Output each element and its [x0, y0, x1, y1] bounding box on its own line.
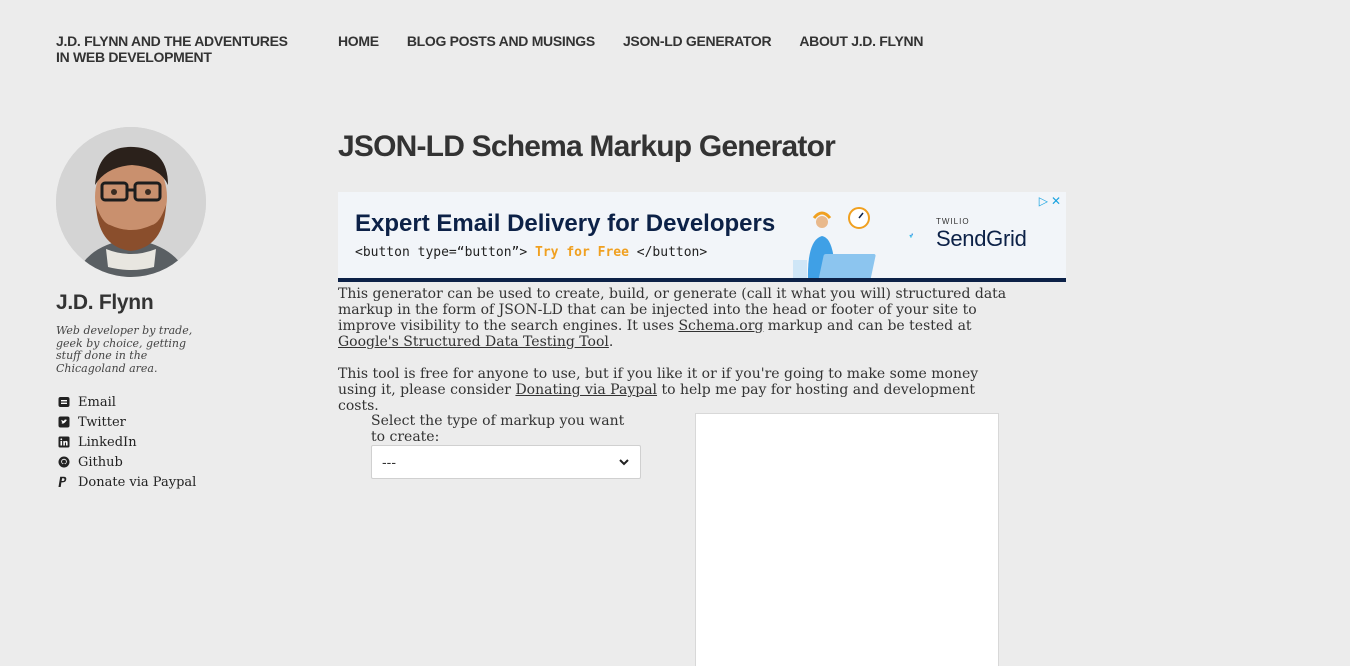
- ad-choices[interactable]: ▷ ✕: [1039, 194, 1061, 208]
- author-name: J.D. Flynn: [56, 291, 154, 314]
- chevron-down-icon: [619, 459, 629, 466]
- linkedin-icon: [56, 435, 78, 449]
- intro-text-span: markup and can be tested at: [763, 318, 972, 334]
- author-bio: Web developer by trade, geek by choice, …: [56, 324, 193, 375]
- markup-type-value: ---: [382, 454, 396, 470]
- sendgrid-logo-icon: [909, 233, 913, 238]
- intro-paragraph-2: This tool is free for anyone to use, but…: [338, 366, 1008, 414]
- ad-info-icon[interactable]: ▷: [1039, 194, 1048, 208]
- social-link-paypal[interactable]: Donate via Paypal: [56, 472, 196, 492]
- ad-headline: Expert Email Delivery for Developers: [355, 210, 776, 237]
- twitter-icon: [56, 415, 78, 429]
- nav-json-ld-generator[interactable]: JSON-LD GENERATOR: [623, 33, 772, 49]
- social-label: Email: [78, 394, 116, 410]
- intro-text-span: .: [608, 334, 614, 350]
- paypal-icon: [56, 475, 78, 489]
- advertisement-banner[interactable]: Expert Email Delivery for Developers <bu…: [338, 192, 1066, 282]
- social-link-twitter[interactable]: Twitter: [56, 412, 196, 432]
- ad-code-open: <button type=“button”>: [355, 245, 528, 260]
- ad-close-icon[interactable]: ✕: [1051, 194, 1061, 208]
- social-label: Twitter: [78, 414, 126, 430]
- json-output-panel[interactable]: [695, 413, 999, 666]
- social-label: Github: [78, 454, 123, 470]
- site-title[interactable]: J.D. FLYNN AND THE ADVENTURES IN WEB DEV…: [56, 33, 296, 65]
- social-link-github[interactable]: Github: [56, 452, 196, 472]
- schema-org-link[interactable]: Schema.org: [678, 318, 763, 334]
- intro-paragraph-1: This generator can be used to create, bu…: [338, 286, 1008, 350]
- email-icon: [56, 395, 78, 409]
- nav-home[interactable]: HOME: [338, 33, 379, 49]
- ad-brand-small: TWILIO: [936, 217, 970, 226]
- markup-type-select[interactable]: ---: [371, 445, 641, 479]
- main-nav: HOME BLOG POSTS AND MUSINGS JSON-LD GENE…: [338, 33, 951, 49]
- structured-data-tool-link[interactable]: Google's Structured Data Testing Tool: [338, 334, 609, 350]
- nav-about[interactable]: ABOUT J.D. FLYNN: [799, 33, 923, 49]
- social-links: Email Twitter LinkedIn Github Donate via…: [56, 392, 196, 492]
- ad-cta[interactable]: Try for Free: [535, 245, 629, 260]
- social-link-linkedin[interactable]: LinkedIn: [56, 432, 196, 452]
- markup-type-label: Select the type of markup you want to cr…: [371, 413, 625, 445]
- page-title: JSON-LD Schema Markup Generator: [338, 130, 836, 163]
- ad-code-snippet: <button type=“button”> Try for Free </bu…: [355, 245, 707, 260]
- social-link-email[interactable]: Email: [56, 392, 196, 412]
- social-label: LinkedIn: [78, 434, 137, 450]
- github-icon: [56, 455, 78, 469]
- donate-paypal-link[interactable]: Donating via Paypal: [515, 382, 657, 398]
- social-label: Donate via Paypal: [78, 474, 197, 490]
- ad-developer-illustration: [793, 207, 876, 278]
- ad-code-close: </button>: [636, 245, 708, 260]
- avatar: [56, 127, 206, 277]
- ad-brand: SendGrid: [936, 226, 1027, 251]
- intro-text: This generator can be used to create, bu…: [338, 286, 1008, 430]
- nav-blog-posts[interactable]: BLOG POSTS AND MUSINGS: [407, 33, 595, 49]
